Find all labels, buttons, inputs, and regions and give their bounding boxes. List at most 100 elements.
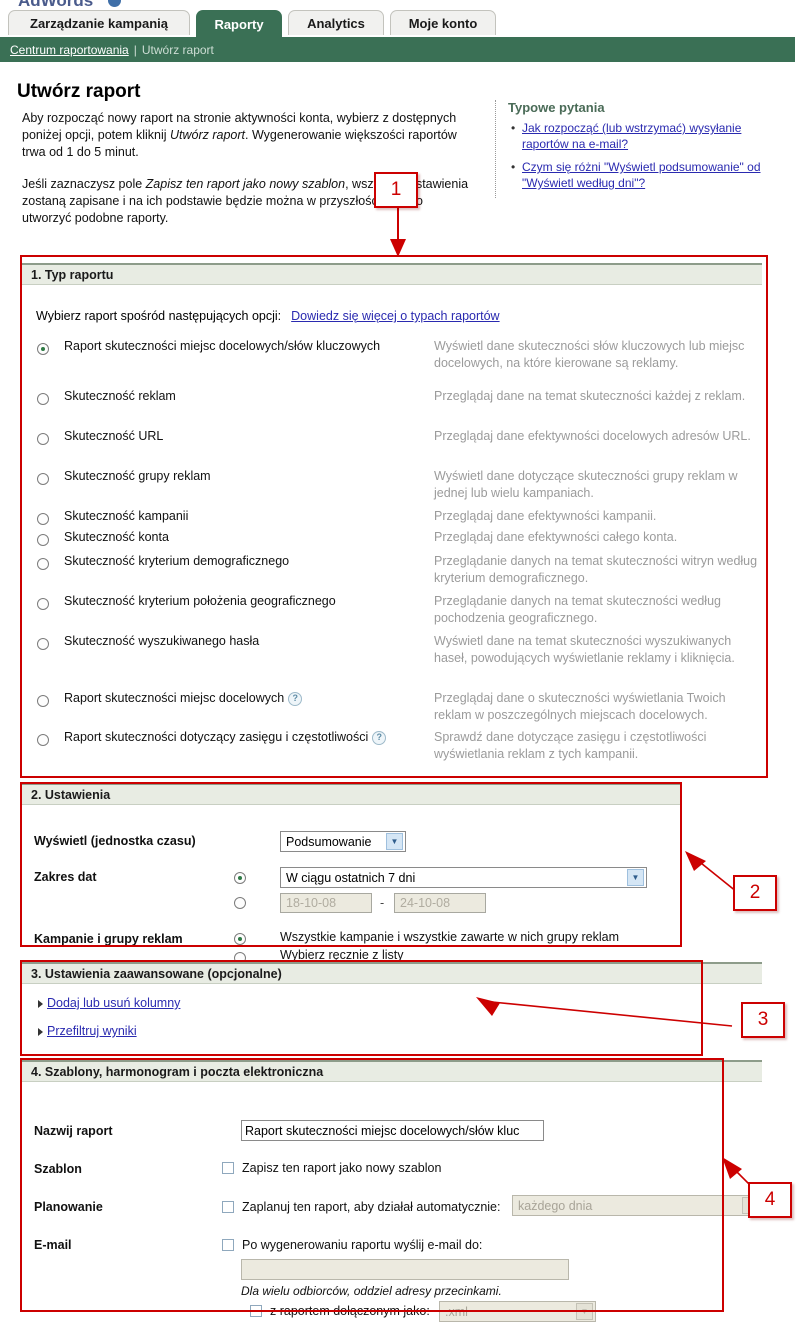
faq-list: Jak rozpocząć (lub wstrzymać) wysyłanie … [508, 120, 785, 191]
radio-cell [22, 529, 64, 546]
option-label: Skuteczność wyszukiwanego hasła [64, 634, 260, 648]
report-type-option[interactable]: Skuteczność reklam Przeglądaj dane na te… [22, 388, 762, 428]
radio-date-custom[interactable] [234, 897, 246, 909]
radio-report-type-6[interactable] [37, 557, 49, 570]
option-label-text: Raport skuteczności dotyczący zasięgu i … [64, 730, 369, 744]
advanced-link-row[interactable]: Przefiltruj wyniki [38, 1024, 137, 1038]
tab-zarzadzanie-kampania[interactable]: Zarządzanie kampanią [8, 10, 190, 35]
callout-4: 4 [748, 1182, 792, 1218]
text-schedule-report: Zaplanuj ten raport, aby działał automat… [242, 1199, 501, 1214]
link-learn-more-report-types[interactable]: Dowiedz się więcej o typach raportów [291, 309, 499, 323]
option-description: Przeglądaj dane na temat skuteczności ka… [434, 389, 746, 403]
radio-cell [22, 338, 64, 355]
report-type-option[interactable]: Raport skuteczności miejsc docelowych? P… [22, 690, 762, 729]
input-report-name[interactable]: Raport skuteczności miejsc docelowych/sł… [241, 1120, 544, 1141]
radio-report-type-9[interactable] [37, 694, 49, 707]
note-email-multiple-recipients: Dla wielu odbiorców, oddziel adresy prze… [241, 1284, 502, 1298]
brand-logo-mark [108, 0, 121, 7]
label-report-name: Nazwij raport [34, 1124, 113, 1138]
section-report-type: 1. Typ raportu [22, 263, 762, 285]
choose-report-text: Wybierz raport spośród następujących opc… [36, 309, 282, 323]
option-description: Wyświetl dane na temat skuteczności wysz… [434, 634, 735, 665]
text-campaigns-all: Wszystkie kampanie i wszystkie zawarte w… [280, 930, 619, 944]
report-type-option[interactable]: Raport skuteczności dotyczący zasięgu i … [22, 729, 762, 768]
radio-report-type-3[interactable] [37, 472, 49, 485]
option-description: Przeglądaj dane o skuteczności wyświetla… [434, 691, 726, 722]
help-icon[interactable]: ? [288, 691, 303, 706]
faq-list-item: Czym się różni "Wyświetl podsumowanie" o… [511, 159, 785, 191]
date-to-input[interactable]: 24-10-08 [394, 893, 486, 913]
link-add-remove-columns[interactable]: Dodaj lub usuń kolumny [47, 996, 180, 1010]
radio-campaigns-all[interactable] [234, 933, 246, 945]
chevron-down-icon: ▼ [627, 869, 644, 886]
radio-cell [22, 729, 64, 746]
label-template: Szablon [34, 1162, 82, 1176]
report-type-option[interactable]: Skuteczność wyszukiwanego hasła Wyświetl… [22, 633, 762, 690]
date-from-input[interactable]: 18-10-08 [280, 893, 372, 913]
tab-moje-konto[interactable]: Moje konto [390, 10, 496, 35]
radio-cell [22, 388, 64, 405]
checkbox-schedule-report[interactable] [222, 1200, 234, 1213]
intro-paragraph-1: Aby rozpocząć nowy raport na stronie akt… [22, 110, 472, 161]
report-type-option[interactable]: Skuteczność kryterium demograficznego Pr… [22, 553, 762, 593]
radio-report-type-7[interactable] [37, 597, 49, 610]
breadcrumb: Centrum raportowania | Utwórz raport [0, 37, 795, 62]
option-description: Przeglądanie danych na temat skutecznośc… [434, 554, 758, 585]
option-label: Skuteczność grupy reklam [64, 469, 211, 483]
radio-report-type-0[interactable] [37, 342, 49, 355]
faq-link-email-reports[interactable]: Jak rozpocząć (lub wstrzymać) wysyłanie … [522, 121, 741, 151]
checkbox-save-as-template[interactable] [222, 1161, 234, 1174]
radio-report-type-8[interactable] [37, 637, 49, 650]
report-type-option[interactable]: Raport skuteczności miejsc docelowych/sł… [22, 338, 762, 388]
row-send-email[interactable]: Po wygenerowaniu raportu wyślij e-mail d… [222, 1237, 482, 1252]
tab-raporty[interactable]: Raporty [196, 10, 282, 38]
row-attach-report[interactable]: z raportem dołączonym jako: [250, 1303, 430, 1318]
callout-3: 3 [741, 1002, 785, 1038]
checkbox-attach-report[interactable] [250, 1304, 262, 1317]
section1-header: 1. Typ raportu [22, 263, 762, 285]
select-display-unit[interactable]: Podsumowanie ▼ [280, 831, 406, 852]
report-type-option[interactable]: Skuteczność kampanii Przeglądaj dane efe… [22, 508, 762, 529]
select-date-range[interactable]: W ciągu ostatnich 7 dni ▼ [280, 867, 647, 888]
row-save-as-template[interactable]: Zapisz ten raport jako nowy szablon [222, 1160, 441, 1175]
option-description: Przeglądanie danych na temat skutecznośc… [434, 594, 721, 625]
text-save-as-template: Zapisz ten raport jako nowy szablon [242, 1160, 442, 1175]
option-description: Wyświetl dane dotyczące skuteczności gru… [434, 469, 738, 500]
report-type-option[interactable]: Skuteczność kryterium położenia geografi… [22, 593, 762, 633]
advanced-link-row[interactable]: Dodaj lub usuń kolumny [38, 996, 180, 1010]
section2-body: Wyświetl (jednostka czasu) Podsumowanie … [22, 805, 682, 964]
report-type-option[interactable]: Skuteczność konta Przeglądaj dane efekty… [22, 529, 762, 553]
help-icon[interactable]: ? [372, 730, 387, 745]
radio-report-type-1[interactable] [37, 392, 49, 405]
select-schedule-frequency[interactable]: każdego dnia ▼ [512, 1195, 762, 1216]
radio-report-type-5[interactable] [37, 533, 49, 546]
report-type-option[interactable]: Skuteczność grupy reklam Wyświetl dane d… [22, 468, 762, 508]
radio-report-type-10[interactable] [37, 733, 49, 746]
select-display-unit-value: Podsumowanie [286, 834, 372, 849]
option-label: Skuteczność konta [64, 530, 169, 544]
section4-header: 4. Szablony, harmonogram i poczta elektr… [22, 1060, 762, 1082]
faq-link-summary-vs-daily[interactable]: Czym się różni "Wyświetl podsumowanie" o… [522, 160, 761, 190]
select-date-range-value: W ciągu ostatnich 7 dni [286, 870, 416, 885]
label-date-range: Zakres dat [34, 870, 97, 884]
row-schedule-report[interactable]: Zaplanuj ten raport, aby działał automat… [222, 1199, 500, 1214]
label-email: E-mail [34, 1238, 72, 1252]
breadcrumb-link-centrum-raportowania[interactable]: Centrum raportowania [10, 43, 129, 57]
section2-header: 2. Ustawienia [22, 783, 682, 805]
radio-cell [22, 428, 64, 445]
radio-date-preset[interactable] [234, 872, 246, 884]
option-description: Przeglądaj dane efektywności całego kont… [434, 530, 678, 544]
radio-cell [22, 468, 64, 485]
radio-cell [22, 690, 64, 707]
report-type-option[interactable]: Skuteczność URL Przeglądaj dane efektywn… [22, 428, 762, 468]
radio-report-type-2[interactable] [37, 432, 49, 445]
triangle-right-icon [38, 1027, 43, 1036]
input-email-recipients[interactable] [241, 1259, 569, 1280]
tab-analytics[interactable]: Analytics [288, 10, 384, 35]
link-filter-results[interactable]: Przefiltruj wyniki [47, 1024, 137, 1038]
option-description: Przeglądaj dane efektywności kampanii. [434, 509, 657, 523]
option-label: Skuteczność kryterium położenia geografi… [64, 594, 336, 608]
checkbox-send-email[interactable] [222, 1238, 234, 1251]
radio-report-type-4[interactable] [37, 512, 49, 525]
option-label: Skuteczność kampanii [64, 509, 189, 523]
